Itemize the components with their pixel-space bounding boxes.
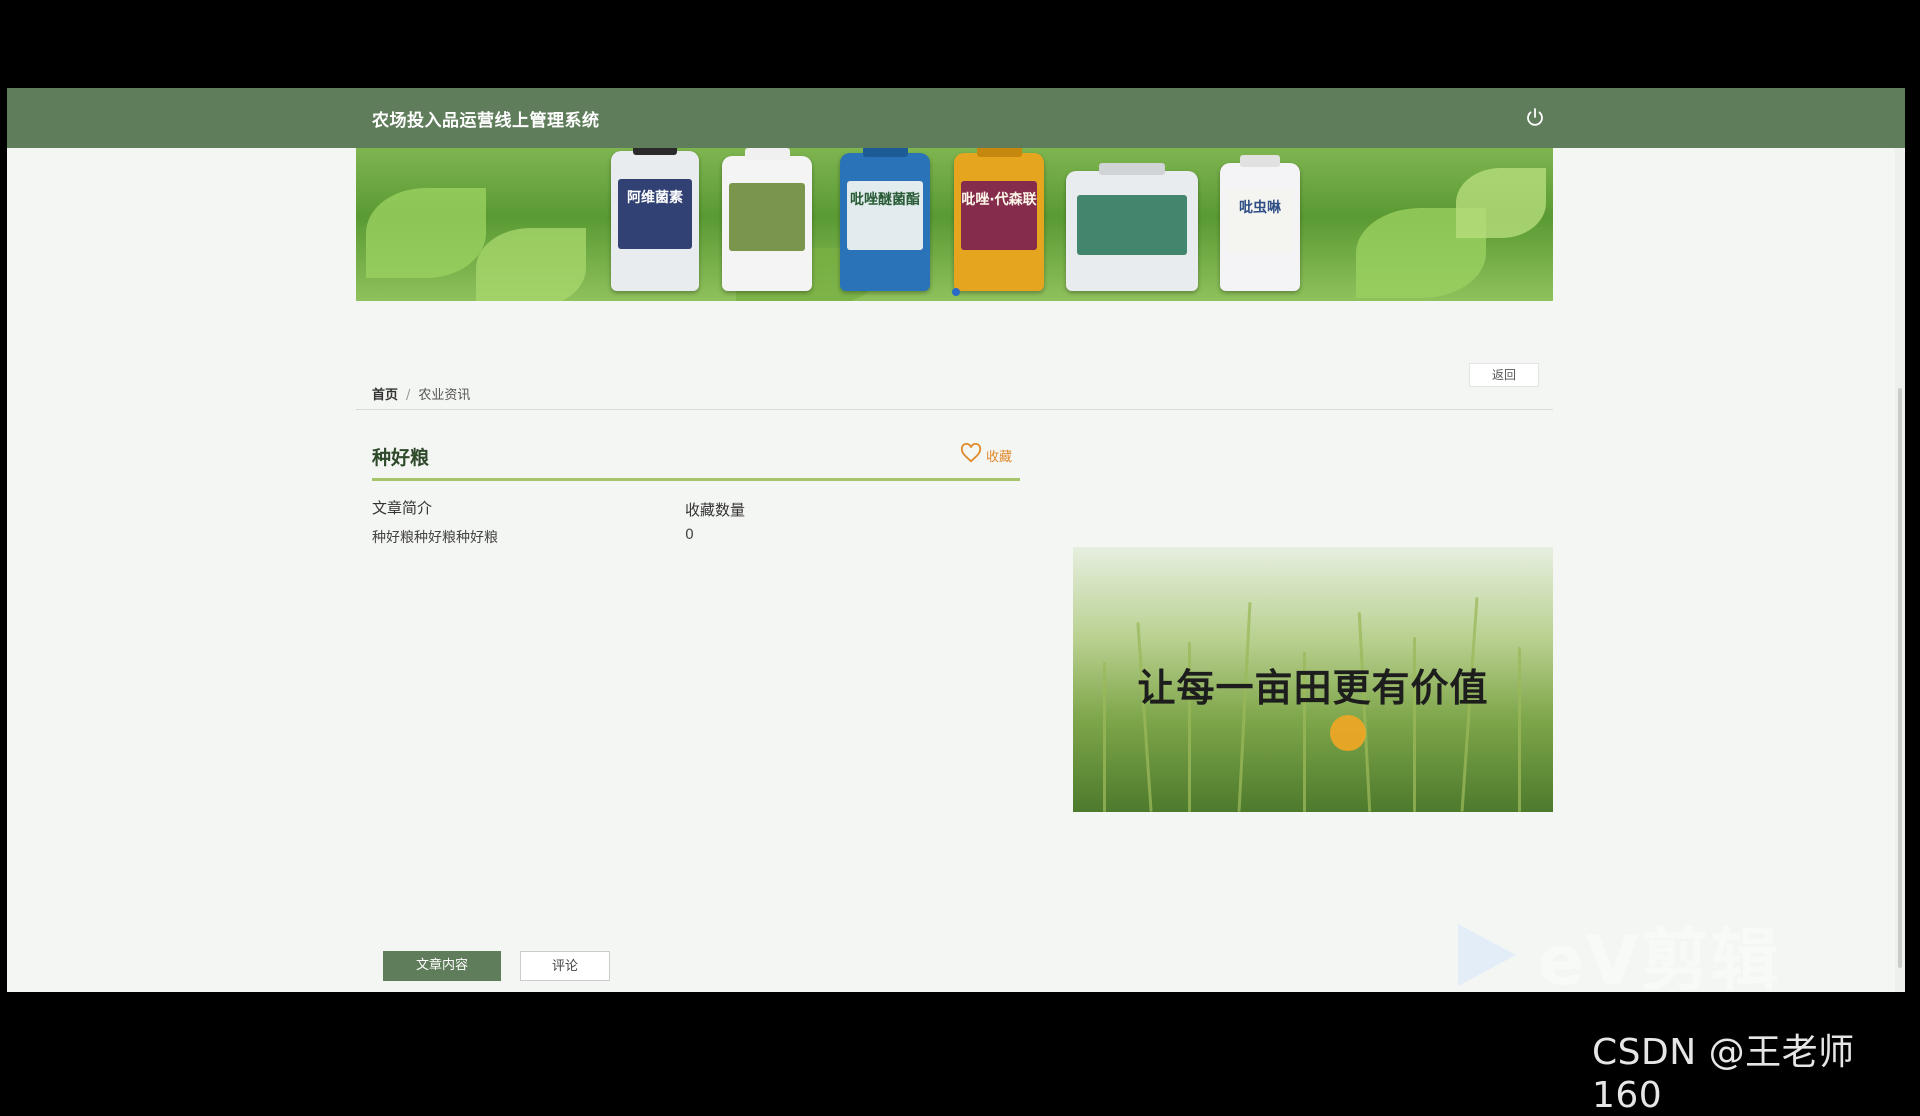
scrollbar-thumb[interactable]: [1898, 388, 1902, 968]
pesticide-bottle: 阿维菌素: [611, 148, 699, 291]
breadcrumb-home[interactable]: 首页: [372, 388, 398, 403]
csdn-watermark: CSDN @王老师160: [1592, 1032, 1855, 1116]
vertical-scrollbar[interactable]: [1895, 148, 1905, 992]
play-logo-icon: [1458, 923, 1516, 986]
image-slogan: 让每一亩田更有价值: [1137, 666, 1489, 710]
app-title: 农场投入品运营线上管理系统: [372, 111, 600, 131]
product-banner: 阿维菌素 吡唑醚菌酯 吡唑·代森联 吡虫啉: [356, 148, 1553, 301]
divider: [356, 409, 1553, 410]
favorite-button[interactable]: 收藏: [960, 442, 1013, 467]
top-nav-bar: 农场投入品运营线上管理系统: [7, 88, 1905, 148]
tab-comments[interactable]: 评论: [520, 951, 610, 981]
ev-watermark: eV剪辑: [1450, 905, 1781, 1004]
article-title: 种好粮: [372, 447, 430, 469]
power-icon[interactable]: [1523, 106, 1547, 130]
pesticide-bottle: 吡唑·代森联: [954, 148, 1044, 291]
wheat-field-image: 让每一亩田更有价值: [1073, 547, 1553, 812]
title-underline: [372, 478, 1020, 481]
ev-watermark-text: eV剪辑: [1538, 922, 1781, 1001]
heart-icon: [960, 442, 982, 467]
carousel-indicator[interactable]: [952, 288, 960, 296]
breadcrumb-separator: /: [406, 388, 411, 403]
intro-text: 种好粮种好粮种好粮: [372, 530, 498, 546]
intro-label: 文章简介: [372, 499, 433, 517]
favorite-label: 收藏: [986, 449, 1013, 465]
pesticide-bottle: [1066, 163, 1198, 291]
mouse-cursor-highlight: [1330, 715, 1366, 751]
favorite-count-value: 0: [685, 527, 694, 543]
breadcrumb-current: 农业资讯: [418, 388, 471, 403]
favorite-count-label: 收藏数量: [685, 501, 746, 519]
pesticide-bottle: [722, 148, 812, 291]
pesticide-bottle: 吡虫啉: [1220, 155, 1300, 291]
browser-viewport: 农场投入品运营线上管理系统 阿维菌素 吡唑醚菌酯 吡唑·代森联 吡虫啉 返回 首…: [7, 88, 1905, 992]
breadcrumb: 首页 / 农业资讯: [372, 384, 470, 403]
pesticide-bottle: 吡唑醚菌酯: [840, 148, 930, 291]
tab-article-content[interactable]: 文章内容: [383, 951, 501, 981]
back-button[interactable]: 返回: [1469, 363, 1539, 387]
